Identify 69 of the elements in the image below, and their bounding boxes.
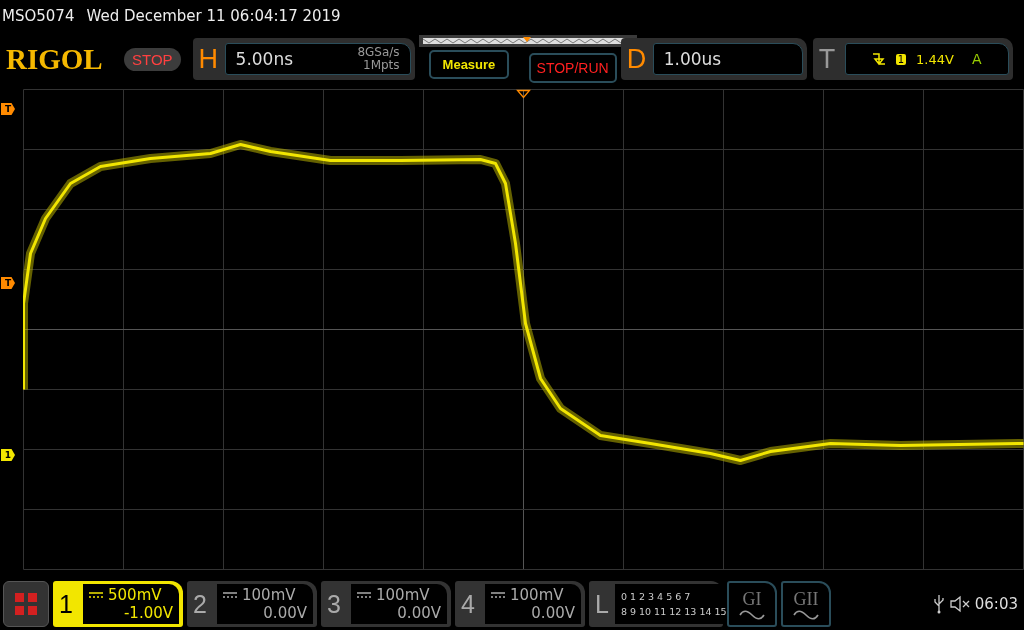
memory-depth: 1Mpts <box>363 59 400 72</box>
sine-wave-icon <box>739 609 765 620</box>
channel-tab[interactable]: 3 100mV 0.00V <box>321 581 451 627</box>
channel-offset: 0.00V <box>531 604 575 622</box>
logic-bit: 8 <box>620 605 627 619</box>
measure-button[interactable]: Measure <box>428 50 510 79</box>
trigger-level: 1.44V <box>916 51 954 67</box>
usb-icon <box>932 594 945 614</box>
delay-label: D <box>626 43 647 75</box>
channel-number: 4 <box>461 589 476 619</box>
horizontal-label: H <box>198 43 219 75</box>
delay-panel[interactable]: D 1.00us <box>620 38 807 80</box>
channel-number: 3 <box>327 589 342 619</box>
generator-button[interactable]: GI <box>727 581 777 627</box>
dc-coupling-icon <box>223 592 237 598</box>
date-time: Wed December 11 06:04:17 2019 <box>86 7 341 25</box>
channel-number: 1 <box>59 589 74 619</box>
logic-bit: 10 <box>639 605 652 619</box>
dc-coupling-icon <box>89 592 103 598</box>
run-state-badge: STOP <box>124 47 181 71</box>
channel-ground-marker[interactable]: 1 <box>1 449 15 461</box>
logic-bit: 6 <box>675 590 682 604</box>
menu-button[interactable] <box>3 581 49 627</box>
brand-logo: RIGOL <box>6 42 104 76</box>
channel-offset: -1.00V <box>123 604 173 622</box>
logic-bit: 1 <box>629 590 636 604</box>
channel-scale: 100mV <box>510 586 564 604</box>
channel-number: 2 <box>193 589 208 619</box>
channel-tab[interactable]: 1 500mV -1.00V <box>53 581 183 627</box>
channel-offset: 0.00V <box>397 604 441 622</box>
trigger-position-marker[interactable]: T <box>1 103 15 115</box>
logic-bit: 5 <box>666 590 673 604</box>
trigger-level-marker[interactable]: T <box>1 277 15 289</box>
logic-bit: 12 <box>669 605 682 619</box>
dc-coupling-icon <box>357 592 371 598</box>
channel-tab[interactable]: 2 100mV 0.00V <box>187 581 317 627</box>
channel-offset: 0.00V <box>263 604 307 622</box>
clock: 06:03 <box>974 595 1018 613</box>
logic-bit: 13 <box>684 605 697 619</box>
channel-scale: 100mV <box>376 586 430 604</box>
grid-icon <box>13 591 39 617</box>
sine-wave-icon <box>793 609 819 620</box>
stop-run-button[interactable]: STOP/RUN <box>528 52 617 83</box>
channel-scale: 100mV <box>242 586 296 604</box>
logic-bit: 2 <box>639 590 646 604</box>
speaker-muted-icon <box>948 595 971 613</box>
trigger-mode: A <box>971 51 982 67</box>
timebase-value: 5.00ns <box>235 49 294 69</box>
logic-bit: 3 <box>648 590 655 604</box>
logic-bit: 11 <box>654 605 667 619</box>
falling-edge-icon <box>871 52 886 66</box>
trigger-label: T <box>818 43 837 75</box>
channel-scale: 500mV <box>108 586 162 604</box>
logic-bit: 4 <box>657 590 664 604</box>
channel-tab[interactable]: 4 100mV 0.00V <box>455 581 585 627</box>
horizontal-panel[interactable]: H 5.00ns 8GSa/s 1Mpts <box>192 38 415 80</box>
trigger-position-indicator <box>516 89 531 99</box>
model-name: MSO5074 <box>2 7 75 25</box>
logic-bit: 7 <box>684 590 691 604</box>
dc-coupling-icon <box>491 592 505 598</box>
trigger-panel[interactable]: T 1 1.44V A <box>812 38 1013 80</box>
logic-bit: 0 <box>620 590 627 604</box>
sample-rate: 8GSa/s <box>357 46 400 59</box>
trigger-source-badge: 1 <box>895 53 907 65</box>
logic-bit: 14 <box>699 605 712 619</box>
logic-label: L <box>595 589 609 619</box>
logic-bit: 9 <box>629 605 636 619</box>
generator-button[interactable]: GII <box>781 581 831 627</box>
delay-value: 1.00us <box>663 49 722 69</box>
